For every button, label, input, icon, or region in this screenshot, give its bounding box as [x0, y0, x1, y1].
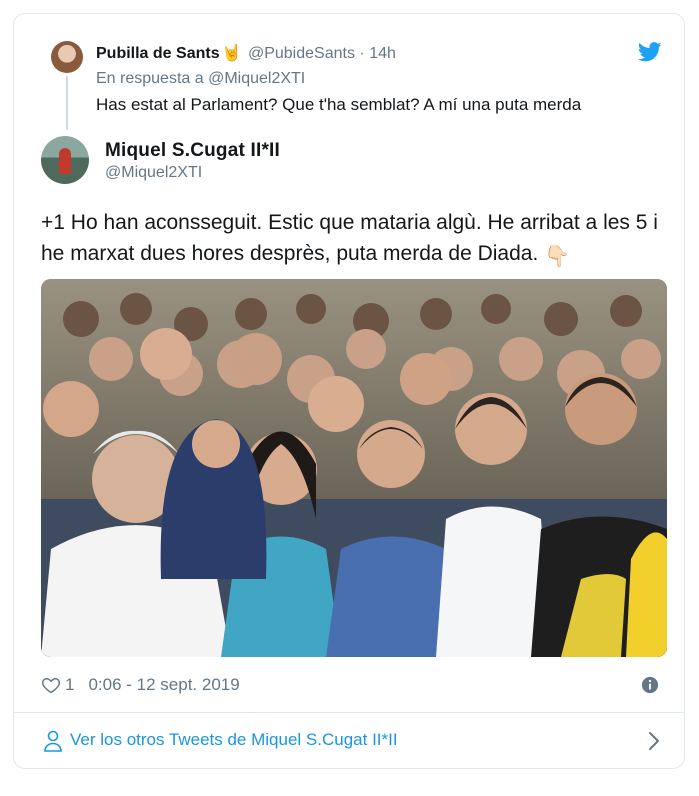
reply-text: Has estat al Parlament? Que t'ha semblat…	[96, 95, 582, 114]
in-reply-prefix: En respuesta a	[96, 70, 204, 87]
embedded-tweet-card: Pubilla de Sants 🤘 @PubideSants · 14h En …	[13, 13, 685, 769]
person-icon	[44, 730, 62, 752]
chevron-right-icon[interactable]	[648, 731, 660, 751]
tweet-photo[interactable]	[41, 279, 667, 657]
reply-separator: ·	[359, 45, 365, 62]
tweet-timestamp[interactable]: 0:06 - 12 sept. 2019	[88, 675, 239, 695]
like-count: 1	[65, 675, 75, 694]
reply-author-handle[interactable]: @PubideSants	[248, 45, 355, 62]
reply-context: Pubilla de Sants 🤘 @PubideSants · 14h En …	[14, 14, 684, 134]
reply-header: Pubilla de Sants 🤘 @PubideSants · 14h	[96, 44, 396, 64]
twitter-bird-icon[interactable]	[638, 42, 662, 62]
crowd-photo-illustration	[41, 279, 667, 657]
heart-icon[interactable]	[41, 675, 61, 695]
reply-time[interactable]: 14h	[369, 45, 396, 62]
reply-avatar[interactable]	[51, 41, 83, 73]
more-tweets-label[interactable]: Ver los otros Tweets de Miquel S.Cugat I…	[70, 730, 398, 750]
thread-line	[66, 76, 68, 130]
reply-author-name[interactable]: Pubilla de Sants	[96, 45, 220, 62]
in-reply-to: En respuesta a @Miquel2XTI	[96, 70, 305, 88]
author-name[interactable]: Miquel S.Cugat II*II	[105, 140, 280, 162]
author-handle[interactable]: @Miquel2XTI	[105, 164, 202, 182]
reply-author-emoji: 🤘	[221, 45, 242, 62]
tweet-text: +1 Ho han aconsseguit. Estic que mataria…	[41, 207, 661, 269]
pointing-down-emoji: 👇🏻	[544, 245, 571, 268]
tweet-meta: 1 0:06 - 12 sept. 2019	[41, 674, 240, 696]
in-reply-handle[interactable]: @Miquel2XTI	[208, 70, 305, 87]
author-avatar[interactable]	[41, 136, 89, 184]
more-tweets-link[interactable]: Ver los otros Tweets de Miquel S.Cugat I…	[14, 713, 684, 769]
info-icon[interactable]	[641, 676, 659, 694]
